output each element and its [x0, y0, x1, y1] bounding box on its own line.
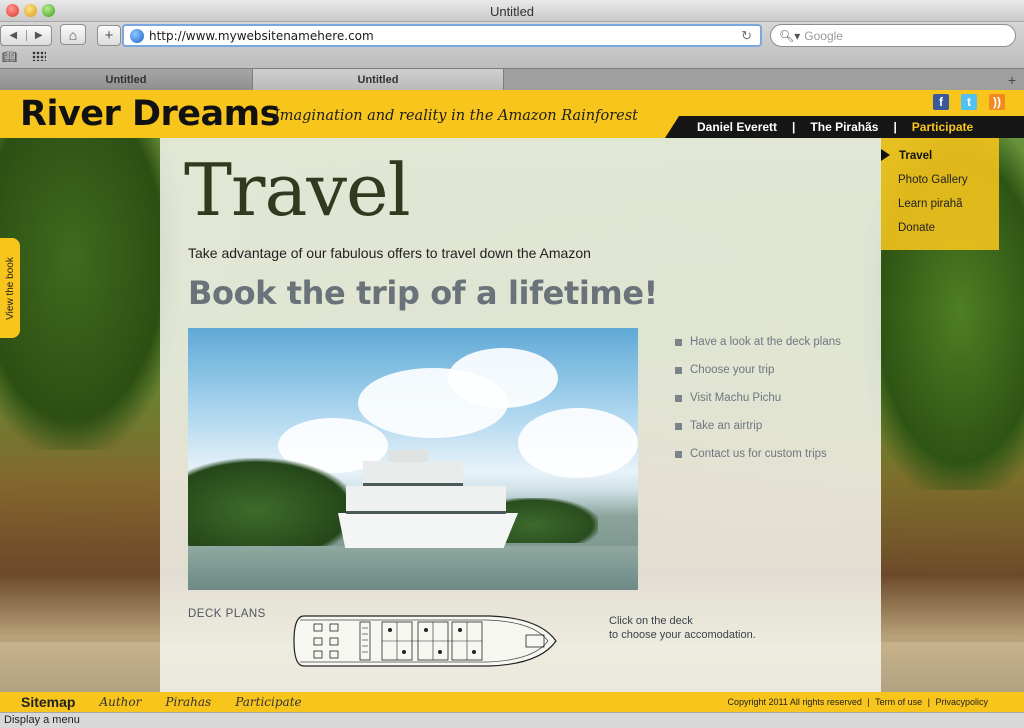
bullet-icon: [675, 338, 682, 346]
submenu-item-photo-gallery[interactable]: Photo Gallery: [898, 173, 999, 197]
cloud: [518, 408, 638, 478]
background-forest-left: [0, 130, 180, 450]
bullet-icon: [675, 450, 682, 458]
submenu-item-learn-piraha[interactable]: Learn pirahã: [898, 197, 999, 221]
bullet-icon: [675, 366, 682, 374]
footer-participate-link[interactable]: Participate: [235, 695, 301, 709]
search-box[interactable]: 🔍︎▾: [770, 24, 1016, 47]
site-tagline: Imagination and reality in the Amazon Ra…: [274, 108, 638, 124]
link-label: Contact us for custom trips: [690, 448, 827, 460]
deck-plan-diagram[interactable]: [290, 608, 560, 674]
plus-icon: +: [104, 27, 114, 44]
headline: Book the trip of a lifetime!: [188, 274, 658, 312]
bullet-icon: [675, 422, 682, 430]
deck-hint: Click on the deck to choose your accomod…: [609, 614, 756, 642]
site-header: River Dreams Imagination and reality in …: [0, 90, 1024, 138]
nav-the-pirahas[interactable]: The Pirahãs: [810, 120, 878, 134]
participate-submenu: Travel Photo Gallery Learn pirahã Donate: [881, 138, 999, 250]
riverboat-photo: [188, 328, 638, 590]
main-content: Travel Take advantage of our fabulous of…: [160, 138, 881, 692]
footer-sitemap-link[interactable]: Sitemap: [21, 694, 75, 710]
copyright-text: Copyright 2011 All rights reserved: [727, 697, 862, 707]
view-the-book-tab[interactable]: View the book: [0, 238, 20, 338]
add-bookmark-button[interactable]: +: [97, 25, 121, 46]
boat-upper-deck: [363, 461, 463, 486]
boat-cabin: [388, 450, 428, 462]
deck-hint-line2: to choose your accomodation.: [609, 629, 756, 641]
back-arrow-icon[interactable]: ◀: [1, 30, 27, 41]
top-navigation: Daniel Everett | The Pirahãs | Participa…: [665, 116, 1024, 138]
globe-icon: [130, 28, 144, 43]
home-icon: ⌂: [68, 26, 78, 43]
link-label: Visit Machu Pichu: [690, 392, 782, 404]
link-custom-trips[interactable]: Contact us for custom trips: [675, 440, 841, 468]
tab-1[interactable]: Untitled: [0, 69, 252, 90]
link-choose-trip[interactable]: Choose your trip: [675, 356, 841, 384]
link-machu-pichu[interactable]: Visit Machu Pichu: [675, 384, 841, 412]
tab-2-active[interactable]: Untitled: [252, 69, 504, 90]
submenu-item-label: Travel: [899, 150, 933, 162]
twitter-icon[interactable]: t: [961, 94, 977, 110]
boat-lower-deck: [346, 486, 506, 514]
window-title: Untitled: [489, 4, 535, 19]
footer-separator: |: [927, 697, 930, 707]
footer-pirahas-link[interactable]: Pirahas: [165, 695, 211, 709]
bullet-icon: [675, 394, 682, 402]
browser-status-bar: Display a menu: [0, 712, 1024, 728]
site-logo[interactable]: River Dreams: [20, 94, 280, 134]
link-label: Choose your trip: [690, 364, 775, 376]
address-bar[interactable]: http://www.mywebsitenamehere.com ↻: [122, 24, 762, 47]
window-titlebar: Untitled: [0, 0, 1024, 22]
terms-link[interactable]: Term of use: [875, 697, 922, 707]
rss-icon[interactable]: )): [989, 94, 1005, 110]
submenu-item-travel[interactable]: Travel: [881, 149, 999, 173]
link-label: Have a look at the deck plans: [690, 336, 841, 348]
view-the-book-label: View the book: [4, 256, 16, 320]
submenu-item-donate[interactable]: Donate: [898, 221, 999, 245]
trip-links: Have a look at the deck plans Choose you…: [675, 328, 841, 468]
link-label: Take an airtrip: [690, 420, 763, 432]
photo-trees-left: [188, 458, 358, 553]
nav-separator: |: [792, 120, 796, 134]
search-icon[interactable]: 🔍︎▾: [779, 29, 800, 43]
site-footer: Sitemap Author Pirahas Participate Copyr…: [0, 692, 1024, 712]
bookmarks-book-icon[interactable]: 📖︎: [2, 50, 17, 64]
footer-separator: |: [867, 697, 870, 707]
link-airtrip[interactable]: Take an airtrip: [675, 412, 841, 440]
back-forward-buttons: ◀ ▶: [0, 25, 52, 46]
page-title: Travel: [184, 148, 411, 232]
deck-hint-line1: Click on the deck: [609, 615, 693, 627]
photo-river-water: [188, 546, 638, 590]
footer-author-link[interactable]: Author: [99, 695, 141, 709]
search-input[interactable]: [804, 28, 1005, 43]
nav-participate[interactable]: Participate: [912, 120, 973, 134]
tab-bar: Untitled Untitled +: [0, 68, 1024, 90]
home-button[interactable]: ⌂: [60, 24, 86, 45]
nav-daniel-everett[interactable]: Daniel Everett: [697, 120, 777, 134]
deck-plans-label: DECK PLANS: [188, 608, 266, 620]
current-arrow-icon: [881, 149, 890, 161]
forward-arrow-icon[interactable]: ▶: [27, 30, 52, 41]
link-deck-plans[interactable]: Have a look at the deck plans: [675, 328, 841, 356]
reload-icon[interactable]: ↻: [741, 28, 752, 44]
cloud: [448, 348, 558, 408]
boat-hull: [338, 513, 518, 548]
url-text: http://www.mywebsitenamehere.com: [149, 28, 374, 43]
top-sites-grid-icon[interactable]: [32, 51, 46, 61]
browser-toolbar: ◀ ▶ ⌂ + http://www.mywebsitenamehere.com…: [0, 22, 1024, 68]
new-tab-button[interactable]: +: [1008, 72, 1016, 88]
nav-separator: |: [893, 120, 897, 134]
facebook-icon[interactable]: f: [933, 94, 949, 110]
page-viewport: River Dreams Imagination and reality in …: [0, 90, 1024, 712]
intro-text: Take advantage of our fabulous offers to…: [188, 245, 591, 261]
footer-legal: Copyright 2011 All rights reserved | Ter…: [727, 697, 988, 707]
privacy-link[interactable]: Privacypolicy: [935, 697, 988, 707]
